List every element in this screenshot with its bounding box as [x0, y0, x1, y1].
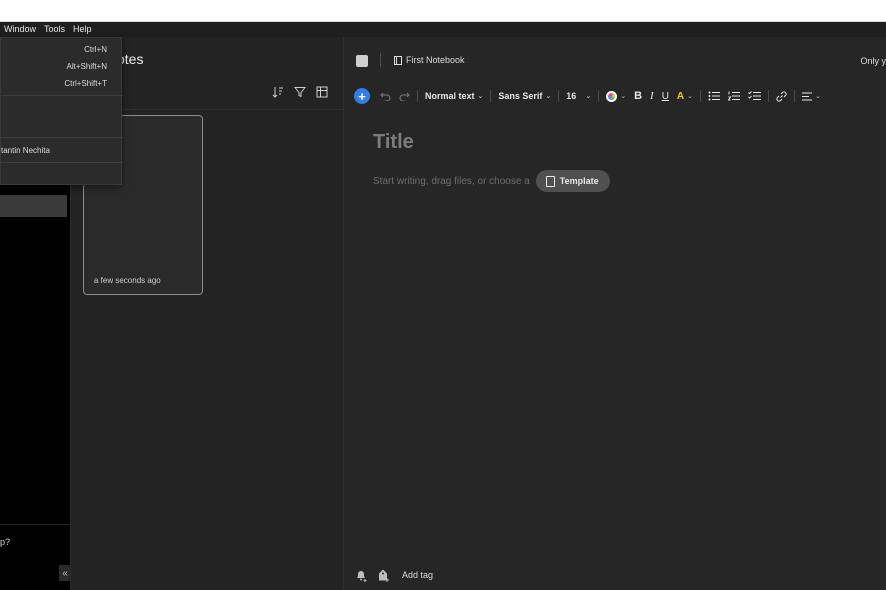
align-dropdown[interactable]: ⌄	[798, 87, 825, 105]
notes-pane-tools	[271, 85, 329, 99]
bullet-list-button[interactable]	[704, 87, 724, 105]
redo-icon	[399, 92, 410, 101]
editor-placeholder: Start writing, drag files, or choose a	[373, 175, 530, 187]
underline-button[interactable]: U	[658, 87, 673, 105]
checklist-button[interactable]	[744, 87, 765, 105]
chevron-down-icon: ⌄	[477, 93, 484, 100]
chevron-down-icon: ⌄	[687, 93, 694, 100]
sort-icon[interactable]	[271, 85, 285, 99]
toolbar-divider	[598, 90, 600, 102]
sidebar-selected-item[interactable]	[0, 195, 67, 217]
menu-item[interactable]	[1, 166, 123, 183]
notebook-selector[interactable]: First Notebook	[394, 55, 465, 65]
toolbar-divider	[700, 90, 702, 102]
menu-divider	[1, 162, 123, 163]
numbered-list-button[interactable]	[724, 87, 744, 105]
menu-bar: Window Tools Help	[0, 22, 886, 37]
shortcut-label: Ctrl+N	[84, 45, 107, 54]
menu-item[interactable]	[1, 100, 123, 117]
toolbar-divider	[558, 90, 560, 102]
template-icon	[545, 175, 555, 187]
notebook-icon	[394, 55, 402, 65]
menu-item-new-template[interactable]: Ctrl+Shift+T	[1, 75, 123, 92]
menu-item-account[interactable]: tantin Nechita	[1, 142, 123, 159]
chevron-down-icon: ⌄	[585, 93, 592, 100]
template-button[interactable]: Template	[535, 170, 610, 192]
note-editor: First Notebook Only y + Normal text ⌄ San…	[344, 37, 886, 590]
highlighter-icon: A	[676, 90, 685, 102]
numbered-list-icon	[728, 91, 741, 101]
note-card-date: a few seconds ago	[94, 276, 161, 285]
menu-help[interactable]: Help	[69, 22, 96, 37]
color-picker-icon	[606, 90, 618, 102]
collapse-sidebar-button[interactable]: «	[59, 565, 71, 581]
add-reminder-button[interactable]	[354, 568, 368, 582]
redo-button[interactable]	[395, 87, 414, 105]
menu-item-new-note[interactable]: Ctrl+N	[1, 41, 123, 58]
editor-header: First Notebook Only y	[344, 37, 886, 83]
add-tag-icon-button[interactable]	[376, 568, 390, 582]
shortcut-label: Alt+Shift+N	[66, 62, 107, 71]
undo-icon	[380, 92, 391, 101]
undo-button[interactable]	[376, 87, 395, 105]
highlight-dropdown[interactable]: A ⌄	[673, 87, 697, 105]
chevron-down-icon: ⌄	[545, 93, 552, 100]
add-tag-input[interactable]: Add tag	[402, 570, 433, 580]
chevron-down-icon: ⌄	[620, 93, 627, 100]
checklist-icon	[748, 91, 762, 100]
block-style-dropdown[interactable]: Normal text ⌄	[421, 87, 487, 105]
insert-button[interactable]: +	[354, 88, 370, 104]
bell-plus-icon	[356, 570, 366, 582]
note-title-input[interactable]: Title	[373, 131, 414, 154]
expand-editor-icon[interactable]	[356, 55, 368, 67]
formatting-toolbar: + Normal text ⌄ Sans Serif ⌄ 16 ⌄ ⌄ B I U A…	[354, 87, 825, 105]
menu-tools[interactable]: Tools	[40, 22, 69, 37]
italic-button[interactable]: I	[646, 87, 658, 105]
toolbar-divider	[490, 90, 492, 102]
file-menu-dropdown: Ctrl+N Alt+Shift+N Ctrl+Shift+T tantin N…	[0, 37, 123, 185]
toolbar-divider	[794, 90, 796, 102]
filter-icon[interactable]	[293, 85, 307, 99]
bullet-list-icon	[708, 91, 721, 101]
view-layout-icon[interactable]	[315, 85, 329, 99]
menu-divider	[1, 137, 123, 138]
sidebar-divider	[0, 524, 71, 525]
font-size-dropdown[interactable]: 16 ⌄	[562, 87, 595, 105]
header-divider	[380, 53, 381, 67]
toolbar-divider	[417, 90, 418, 102]
chevron-down-icon: ⌄	[815, 93, 821, 100]
double-chevron-left-icon: «	[62, 567, 68, 579]
window-title-bar	[0, 0, 886, 22]
editor-body[interactable]: Start writing, drag files, or choose a T…	[373, 170, 610, 192]
sidebar-help-prompt[interactable]: p?	[0, 537, 10, 547]
toolbar-divider	[768, 90, 770, 102]
menu-item-new-notebook[interactable]: Alt+Shift+N	[1, 58, 123, 75]
plus-icon: +	[358, 88, 366, 104]
menu-divider	[1, 95, 123, 96]
editor-footer: Add tag	[354, 568, 433, 582]
link-button[interactable]	[772, 87, 791, 105]
text-color-dropdown[interactable]: ⌄	[602, 87, 630, 105]
font-family-dropdown[interactable]: Sans Serif ⌄	[494, 87, 555, 105]
notebook-name: First Notebook	[406, 55, 465, 65]
align-left-icon	[802, 92, 813, 100]
link-icon	[776, 90, 787, 102]
bold-button[interactable]: B	[630, 87, 646, 105]
tag-plus-icon	[378, 569, 389, 582]
shortcut-label: Ctrl+Shift+T	[64, 79, 107, 88]
menu-window[interactable]: Window	[0, 22, 40, 37]
sharing-status[interactable]: Only y	[860, 56, 886, 66]
